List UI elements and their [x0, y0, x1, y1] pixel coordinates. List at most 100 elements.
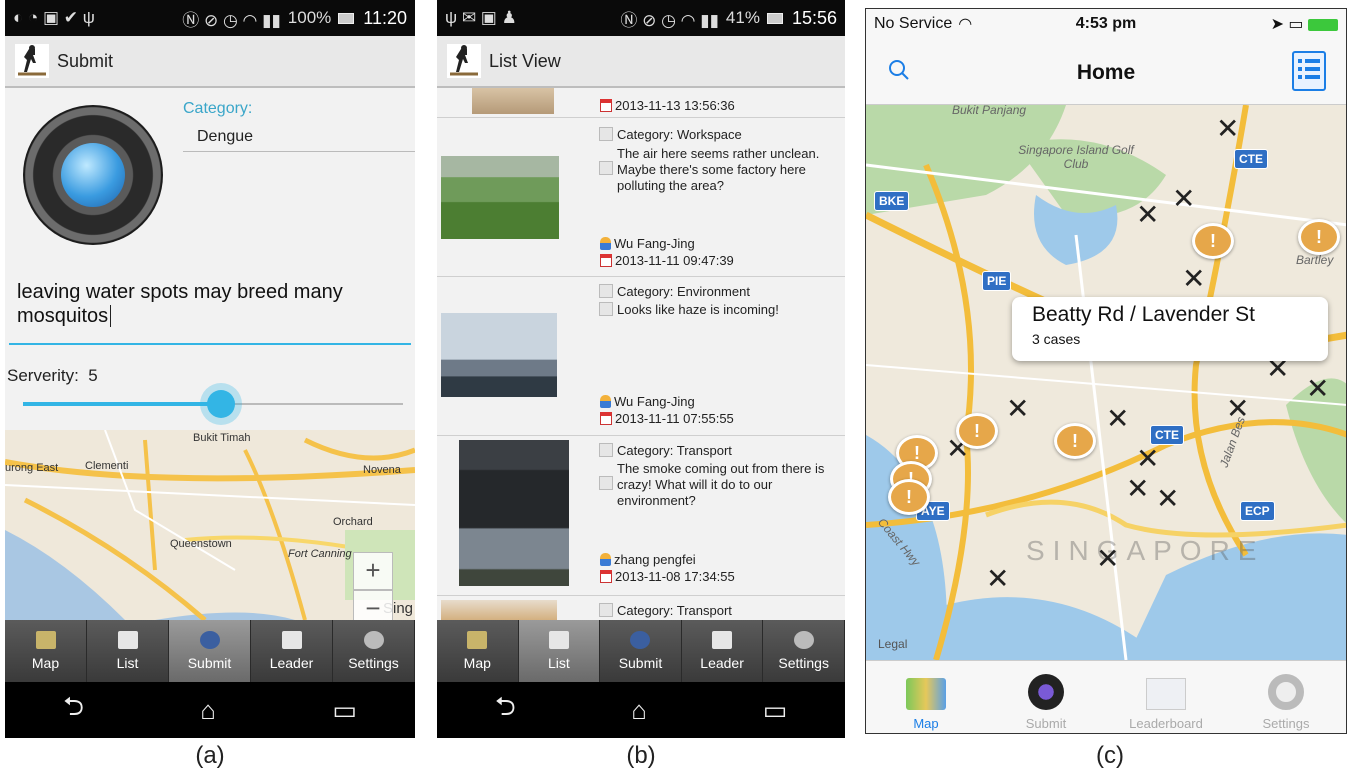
zoom-out-button[interactable]: −	[353, 590, 393, 620]
app-logo-icon[interactable]	[447, 44, 481, 78]
tab-leader[interactable]: Leader	[251, 620, 333, 682]
category-checkbox[interactable]	[599, 603, 613, 617]
report-list[interactable]: 2013-11-13 13:56:36 Category: Workspace …	[437, 88, 845, 620]
text-cursor	[110, 305, 112, 327]
nav-bar: Home	[866, 39, 1346, 105]
tab-leader[interactable]: Leader	[682, 620, 764, 682]
location-map[interactable]: Bukit Timah urong East Clementi Novena O…	[5, 430, 415, 620]
action-bar: List View	[437, 36, 845, 88]
expressway-shield: PIE	[982, 271, 1012, 291]
list-icon[interactable]	[1292, 51, 1326, 91]
alert-marker[interactable]: !	[956, 413, 998, 449]
mosquito-marker[interactable]: ✕	[1156, 485, 1179, 513]
tab-label: Settings	[1262, 716, 1310, 731]
category-checkbox[interactable]	[599, 443, 613, 457]
report-text: The air here seems rather unclean. Maybe…	[617, 146, 820, 193]
tab-label: Map	[913, 716, 939, 731]
mosquito-marker[interactable]: ✕	[986, 565, 1009, 593]
alert-marker[interactable]: !	[1054, 423, 1096, 459]
status-icons: Ⓝ ⊘ ◷ ◠ ▮▮	[620, 10, 719, 30]
report-category: Category: Transport	[617, 603, 732, 618]
tab-settings[interactable]: Settings	[333, 620, 415, 682]
severity-row: Serverity: 5	[7, 366, 98, 386]
report-user: Wu Fang-Jing	[600, 394, 695, 409]
text-checkbox[interactable]	[599, 161, 613, 175]
category-checkbox[interactable]	[599, 284, 613, 298]
camera-button[interactable]	[23, 105, 163, 245]
tab-leaderboard[interactable]: Leaderboard	[1106, 661, 1226, 733]
tab-submit[interactable]: Submit	[986, 661, 1106, 733]
tab-settings[interactable]: Settings	[763, 620, 845, 682]
map-icon	[906, 678, 946, 710]
mosquito-marker[interactable]: ✕	[1136, 201, 1159, 229]
status-icons: ➤ ▭	[1271, 14, 1338, 34]
mosquito-marker[interactable]: ✕	[1172, 185, 1195, 213]
map-label: Singapore Island Golf Club	[1018, 143, 1134, 171]
text-checkbox[interactable]	[599, 302, 613, 316]
action-bar: Submit	[5, 36, 415, 88]
list-item[interactable]: Category: Transport The smoke coming out…	[437, 436, 845, 596]
mosquito-marker[interactable]: ✕	[1306, 375, 1329, 403]
user-icon	[600, 395, 611, 408]
mosquito-marker[interactable]: ✕	[1136, 445, 1159, 473]
photo-thumbnail[interactable]	[441, 600, 557, 620]
expressway-shield: ECP	[1240, 501, 1275, 521]
mosquito-marker[interactable]: ✕	[1182, 265, 1205, 293]
zoom-in-button[interactable]: +	[353, 552, 393, 590]
back-icon[interactable]: ⮌	[495, 688, 516, 732]
submit-screen: ◐ ◔ ▣ ✔ ψ Ⓝ ⊘ ◷ ◠ ▮▮ 100% 11:20 Submit C…	[5, 0, 415, 738]
mosquito-marker[interactable]: ✕	[1216, 115, 1239, 143]
list-item[interactable]: 2013-11-13 13:56:36	[437, 88, 845, 118]
photo-thumbnail[interactable]	[441, 313, 557, 397]
mosquito-marker[interactable]: ✕	[1106, 405, 1129, 433]
description-input[interactable]: leaving water spots may breed many mosqu…	[17, 280, 407, 328]
report-category: Category: Workspace	[617, 127, 742, 142]
mosquito-marker[interactable]: ✕	[1226, 395, 1249, 423]
tab-map[interactable]: Map	[437, 620, 519, 682]
location-callout[interactable]: Beatty Rd / Lavender St 3 cases	[1012, 297, 1328, 361]
recents-icon[interactable]: ▭	[763, 695, 788, 726]
dengue-map[interactable]: Bukit Panjang Singapore Island Golf Club…	[866, 105, 1346, 660]
severity-slider-thumb[interactable]	[206, 390, 235, 418]
map-icon	[35, 631, 56, 649]
report-text: The smoke coming out from there is crazy…	[617, 461, 825, 508]
tab-submit[interactable]: Submit	[600, 620, 682, 682]
battery-percent: 41%	[725, 8, 760, 27]
photo-thumbnail[interactable]	[459, 440, 569, 586]
category-select[interactable]: Dengue	[183, 120, 415, 152]
home-icon[interactable]: ⌂	[631, 695, 647, 726]
home-icon[interactable]: ⌂	[200, 695, 216, 726]
photo-thumbnail[interactable]	[441, 156, 559, 239]
alert-marker[interactable]: !	[888, 479, 930, 515]
tab-map[interactable]: Map	[866, 661, 986, 733]
list-item[interactable]: Category: Workspace The air here seems r…	[437, 118, 845, 277]
photo-thumbnail[interactable]	[472, 88, 554, 114]
mosquito-marker[interactable]: ✕	[1126, 475, 1149, 503]
tab-list[interactable]: List	[518, 620, 601, 682]
alert-marker[interactable]: !	[1192, 223, 1234, 259]
map-label: Queenstown	[170, 538, 232, 550]
app-logo-icon[interactable]	[15, 44, 49, 78]
tab-label: Submit	[187, 655, 232, 671]
alert-marker[interactable]: !	[1298, 219, 1340, 255]
list-item[interactable]: Category: Environment Looks like haze is…	[437, 277, 845, 436]
tab-settings[interactable]: Settings	[1226, 661, 1346, 733]
category-checkbox[interactable]	[599, 127, 613, 141]
notification-icons: ◐ ◔ ▣ ✔ ψ	[13, 8, 95, 27]
tab-submit[interactable]: Submit	[169, 620, 251, 682]
caption-c: (c)	[1096, 742, 1124, 769]
tab-map[interactable]: Map	[5, 620, 87, 682]
status-bar: No Service ◠ 4:53 pm ➤ ▭	[866, 9, 1346, 39]
recents-icon[interactable]: ▭	[332, 695, 357, 726]
clock: 11:20	[363, 7, 407, 28]
severity-value: 5	[88, 366, 98, 385]
list-item[interactable]: Category: Transport	[437, 596, 845, 620]
back-icon[interactable]: ⮌	[63, 688, 84, 732]
mosquito-marker[interactable]: ✕	[1096, 545, 1119, 573]
text-checkbox[interactable]	[599, 476, 613, 490]
mosquito-marker[interactable]: ✕	[1006, 395, 1029, 423]
status-icons: Ⓝ ⊘ ◷ ◠ ▮▮	[182, 10, 281, 30]
description-text: leaving water spots may breed many mosqu…	[17, 281, 343, 327]
tab-label: Map	[463, 655, 491, 671]
tab-list[interactable]: List	[87, 620, 169, 682]
